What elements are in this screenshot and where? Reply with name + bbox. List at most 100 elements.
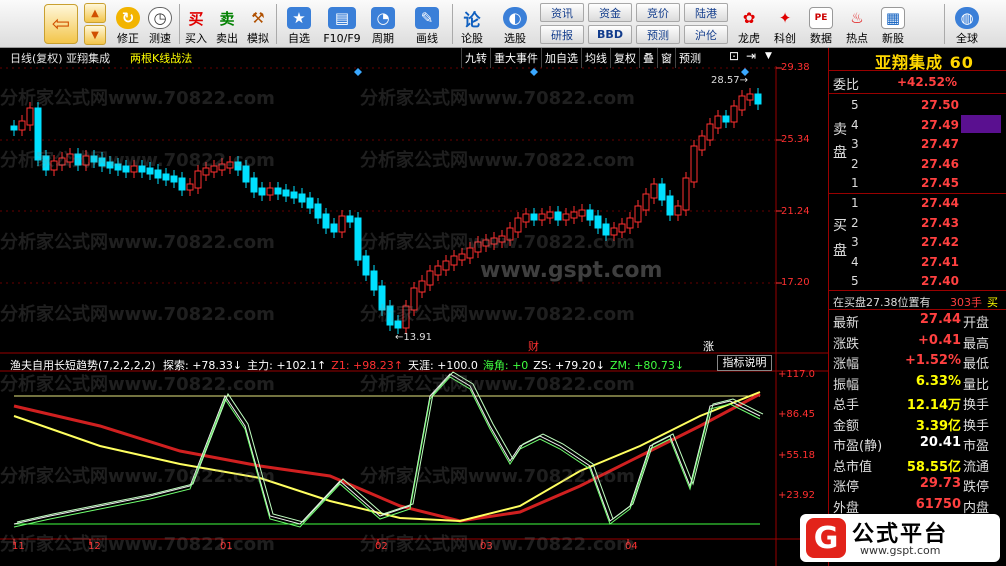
tab-major-events[interactable]: 重大事件 — [490, 48, 541, 68]
level-number: 1 — [851, 196, 859, 210]
candle-body — [146, 167, 154, 175]
tab-add-watchlist[interactable]: 加自选 — [541, 48, 581, 68]
stat-label: 涨跌 — [833, 336, 860, 352]
sell-level-1[interactable]: 1 27.45 — [829, 174, 1006, 193]
sell-button[interactable]: 卖卖出 — [214, 2, 240, 46]
buy-level-1[interactable]: 1 27.44 — [829, 194, 1006, 213]
level-number: 5 — [851, 98, 859, 112]
chip-news[interactable]: 资讯 — [540, 3, 584, 22]
quote-panel: 亚翔集成 60 委比 +42.52% 卖 盘 5 27.50 4 27.49 3 27.4… — [828, 48, 1006, 566]
candle-body — [242, 165, 250, 183]
hot-button[interactable]: ♨ 热点 — [842, 2, 872, 46]
period-button[interactable]: ◔ 周期 — [366, 2, 400, 46]
pe-icon: PE — [809, 7, 833, 29]
tab-forecast[interactable]: 预测 — [675, 48, 704, 68]
chip-funds[interactable]: 资金 — [588, 3, 632, 22]
stock-screener-button[interactable]: ◐ 选股 — [496, 2, 534, 46]
flame-icon: ♨ — [850, 9, 864, 27]
weibi-label: 委比 — [833, 78, 860, 93]
chip-forecast[interactable]: 预测 — [636, 25, 680, 44]
candle-body — [490, 237, 498, 245]
dragon-tiger-button[interactable]: ✿ 龙虎 — [734, 2, 764, 46]
candle-body — [410, 287, 418, 311]
draw-line-button[interactable]: ✎ 画线 — [410, 2, 444, 46]
tab-overlay[interactable]: 叠 — [639, 48, 657, 68]
candle-body — [578, 209, 586, 217]
buy-level-5[interactable]: 5 27.40 — [829, 272, 1006, 291]
clock-icon: ◷ — [148, 7, 172, 29]
buy-button[interactable]: 买买入 — [183, 2, 209, 46]
tab-adjust[interactable]: 复权 — [610, 48, 639, 68]
level-number: 4 — [851, 254, 859, 269]
chip-funds-label: 资金 — [599, 6, 621, 20]
stat-label: 总市值 — [833, 459, 873, 475]
stat-row: 振幅 6.33% 量比 — [829, 373, 1006, 393]
chip-auction[interactable]: 竞价 — [636, 3, 680, 22]
order-side: 买 — [987, 296, 998, 309]
tab-jiuzhuan[interactable]: 九转 — [461, 48, 490, 68]
chip-bbd[interactable]: BBD — [588, 25, 632, 44]
indicator-help-button[interactable]: 指标说明 — [717, 355, 772, 371]
chip-shanghai-london[interactable]: 沪伦 — [684, 25, 728, 44]
strategy-label[interactable]: 两根K线战法 — [130, 50, 192, 66]
simulate-button[interactable]: ⚒ 模拟 — [245, 2, 271, 46]
stat-value: 61750 — [915, 496, 961, 512]
stat-row: 涨停 29.73 跌停 — [829, 475, 1006, 495]
sell-level-3[interactable]: 3 27.47 — [829, 135, 1006, 154]
dropdown-icon[interactable]: ▼ — [765, 51, 772, 61]
stat-row: 涨幅 +1.52% 最低 — [829, 352, 1006, 372]
logo-url: www.gspt.com — [860, 544, 941, 557]
global-button[interactable]: ◍ 全球 — [950, 2, 984, 46]
data-button[interactable]: PE 数据 — [806, 2, 836, 46]
back-button[interactable]: ⇦ — [44, 4, 78, 44]
fix-button[interactable]: ↻ 修正 — [113, 2, 143, 46]
speed-test-button[interactable]: ◷ 测速 — [145, 2, 175, 46]
candle-body — [346, 215, 354, 223]
forum-button[interactable]: 论论股 — [457, 2, 487, 46]
kline-chart[interactable] — [0, 66, 828, 566]
chip-research[interactable]: 研报 — [540, 25, 584, 44]
event-label-finance[interactable]: 财 — [528, 338, 539, 354]
level-price: 27.43 — [921, 215, 959, 230]
level-price: 27.41 — [921, 254, 959, 269]
down-button[interactable]: ▼ — [84, 25, 106, 45]
sell-level-5[interactable]: 5 27.50 — [829, 96, 1006, 115]
chip-hk-connect[interactable]: 陆港 — [684, 3, 728, 22]
chip-forecast-label: 预测 — [647, 28, 669, 42]
indicator-values: 探索: +78.33↓ 主力: +102.1↑ Z1: +98.23↑ 天涯: +10… — [163, 357, 689, 373]
candle-body — [106, 161, 114, 169]
candle-body — [130, 165, 138, 173]
buy-level-3[interactable]: 3 27.42 — [829, 233, 1006, 252]
star-market-button[interactable]: ✦ 科创 — [770, 2, 800, 46]
sell-level-2[interactable]: 2 27.46 — [829, 155, 1006, 174]
indicator-name[interactable]: 渔夫自用长短趋势(7,2,2,2,2) — [10, 357, 156, 373]
buy-level-4[interactable]: 4 27.41 — [829, 253, 1006, 272]
tab-window[interactable]: 窗 — [657, 48, 675, 68]
stat-label: 市盈(静) — [833, 439, 883, 454]
tab-ma[interactable]: 均线 — [581, 48, 610, 68]
candle-body — [442, 260, 450, 271]
event-label-rise[interactable]: 涨 — [703, 338, 714, 354]
indicator-value: ZS: +79.20↓ — [533, 359, 605, 372]
gspt-logo: G 公式平台 www.gspt.com — [800, 514, 1000, 562]
candle-body — [706, 123, 714, 141]
candle-body — [74, 153, 82, 166]
indicator-value: 主力: +102.1↑ — [247, 359, 327, 372]
chart-tabs: 九转 重大事件 加自选 均线 复权 叠 窗 预测 — [461, 48, 704, 68]
dragon-icon: ✿ — [742, 9, 756, 27]
order-note: 在买盘27.38位置有 — [833, 296, 931, 309]
expand-icon[interactable]: ⇥ — [746, 49, 756, 63]
buy-level-2[interactable]: 2 27.43 — [829, 214, 1006, 233]
candle-body — [394, 320, 402, 329]
stat-value: +0.41 — [918, 332, 961, 348]
period-label: 周期 — [372, 32, 394, 45]
candle-body — [610, 227, 618, 236]
level-price: 27.42 — [921, 235, 959, 249]
level-price: 27.45 — [921, 176, 959, 190]
event-diamond-icon — [354, 68, 362, 76]
up-button[interactable]: ▲ — [84, 3, 106, 23]
lock-icon[interactable]: ⊡ — [729, 49, 739, 63]
f10-button[interactable]: ▤ F10/F9 — [322, 2, 362, 46]
new-stock-button[interactable]: ▦ 新股 — [878, 2, 908, 46]
watchlist-button[interactable]: ★ 自选 — [282, 2, 316, 46]
